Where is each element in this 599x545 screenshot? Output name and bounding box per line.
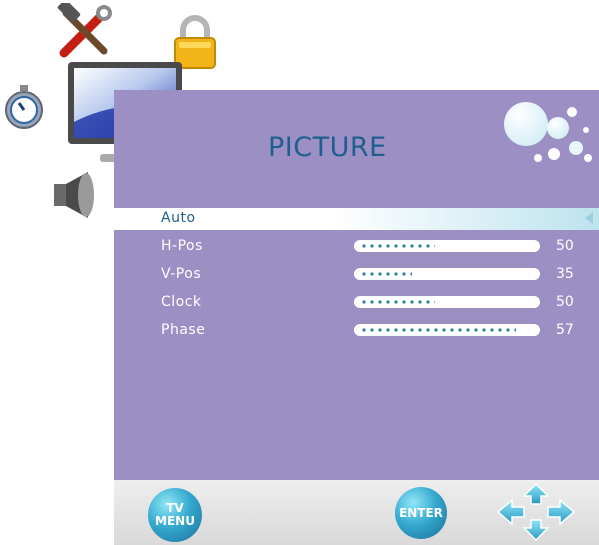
menu-item-value: 35	[556, 266, 574, 282]
menu-item-phase[interactable]: Phase 57	[114, 320, 599, 342]
arrow-down-icon	[522, 519, 550, 542]
tv-menu-button[interactable]: TV MENU	[148, 488, 202, 542]
menu-item-auto[interactable]: Auto	[114, 208, 599, 230]
stopwatch-icon[interactable]	[3, 84, 45, 130]
phase-slider[interactable]	[354, 324, 540, 336]
menu-item-label: V-Pos	[161, 266, 202, 282]
slider-fill	[360, 327, 516, 333]
h-pos-slider[interactable]	[354, 240, 540, 252]
slider-fill	[360, 243, 435, 249]
menu-item-value: 57	[556, 322, 574, 338]
arrow-left-icon	[496, 498, 525, 526]
bubbles-icon	[504, 102, 592, 162]
menu-item-clock[interactable]: Clock 50	[114, 292, 599, 314]
slider-fill	[360, 271, 412, 277]
speaker-icon[interactable]	[52, 170, 96, 220]
menu-title: PICTURE	[268, 132, 387, 163]
direction-pad-icon[interactable]	[488, 482, 584, 542]
menu-item-label: Phase	[161, 322, 206, 338]
arrow-up-icon	[522, 482, 550, 505]
tv-menu-line2: MENU	[155, 514, 195, 528]
v-pos-slider[interactable]	[354, 268, 540, 280]
arrow-right-icon	[547, 498, 576, 526]
menu-item-label: Auto	[161, 210, 196, 226]
menu-item-label: Clock	[161, 294, 202, 310]
enter-button[interactable]: ENTER	[395, 487, 447, 539]
menu-item-label: H-Pos	[161, 238, 203, 254]
menu-item-h-pos[interactable]: H-Pos 50	[114, 236, 599, 258]
menu-item-v-pos[interactable]: V-Pos 35	[114, 264, 599, 286]
menu-item-value: 50	[556, 238, 574, 254]
slider-fill	[360, 299, 435, 305]
tools-icon[interactable]	[56, 3, 114, 61]
menu-item-value: 50	[556, 294, 574, 310]
clock-slider[interactable]	[354, 296, 540, 308]
selection-arrow-icon	[585, 212, 593, 224]
